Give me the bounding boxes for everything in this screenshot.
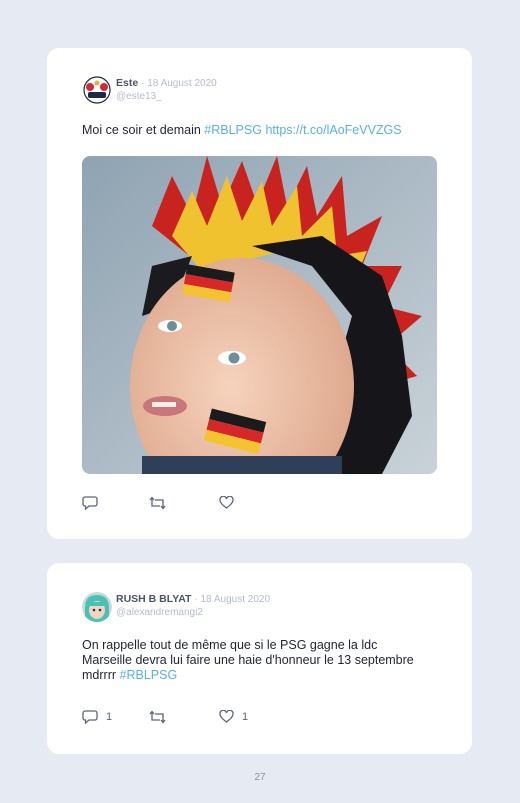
- retweet-button[interactable]: [149, 710, 174, 724]
- avatar[interactable]: [82, 592, 112, 622]
- tweet-photo[interactable]: [82, 156, 437, 474]
- url-link[interactable]: https://t.co/lAoFeVVZGS: [265, 123, 401, 137]
- heart-icon: [219, 496, 234, 509]
- tweet-text-body: mdrrrr: [82, 668, 120, 682]
- like-button[interactable]: 1: [219, 710, 248, 723]
- tweet-text: Moi ce soir et demain #RBLPSG https://t.…: [82, 123, 452, 138]
- tweet-date: · 18 August 2020: [141, 78, 217, 89]
- tweet-text: On rappelle tout de même que si le PSG g…: [82, 638, 452, 683]
- tweet-text-body: Moi ce soir et demain: [82, 123, 205, 137]
- reply-icon: [82, 496, 98, 510]
- page-number: 27: [254, 772, 266, 783]
- tweet-actions: 1 1: [82, 710, 282, 726]
- author-line: Este · 18 August 2020: [116, 77, 217, 89]
- hashtag-link[interactable]: #RBLPSG: [204, 123, 262, 137]
- hashtag-link[interactable]: #RBLPSG: [120, 668, 178, 682]
- retweet-button[interactable]: [149, 496, 174, 510]
- tweet-card: RUSH B BLYAT · 18 August 2020 @alexandre…: [47, 563, 472, 754]
- like-button[interactable]: [219, 496, 242, 509]
- like-count: 1: [242, 710, 249, 723]
- author-name[interactable]: RUSH B BLYAT: [116, 593, 191, 605]
- author-name[interactable]: Este: [116, 77, 138, 89]
- heart-icon: [219, 710, 234, 723]
- tweet-text-line: mdrrrr #RBLPSG: [82, 668, 452, 683]
- tweet-text-line: Marseille devra lui faire une haie d'hon…: [82, 653, 414, 667]
- reply-button[interactable]: 1: [82, 710, 112, 724]
- retweet-icon: [149, 710, 166, 724]
- reply-count: 1: [106, 711, 113, 723]
- reply-button[interactable]: [82, 496, 106, 510]
- avatar[interactable]: [82, 75, 112, 105]
- tweet-card: Este · 18 August 2020 @este13_ Moi ce so…: [47, 48, 472, 539]
- tweet-actions: [82, 496, 282, 512]
- author-handle[interactable]: @este13_: [116, 91, 162, 102]
- author-line: RUSH B BLYAT · 18 August 2020: [116, 593, 270, 605]
- tweet-date: · 18 August 2020: [194, 594, 271, 605]
- author-handle[interactable]: @alexandremangi2: [116, 607, 203, 618]
- tweet-text-line: On rappelle tout de même que si le PSG g…: [82, 638, 378, 652]
- reply-icon: [82, 710, 98, 724]
- retweet-icon: [149, 496, 166, 510]
